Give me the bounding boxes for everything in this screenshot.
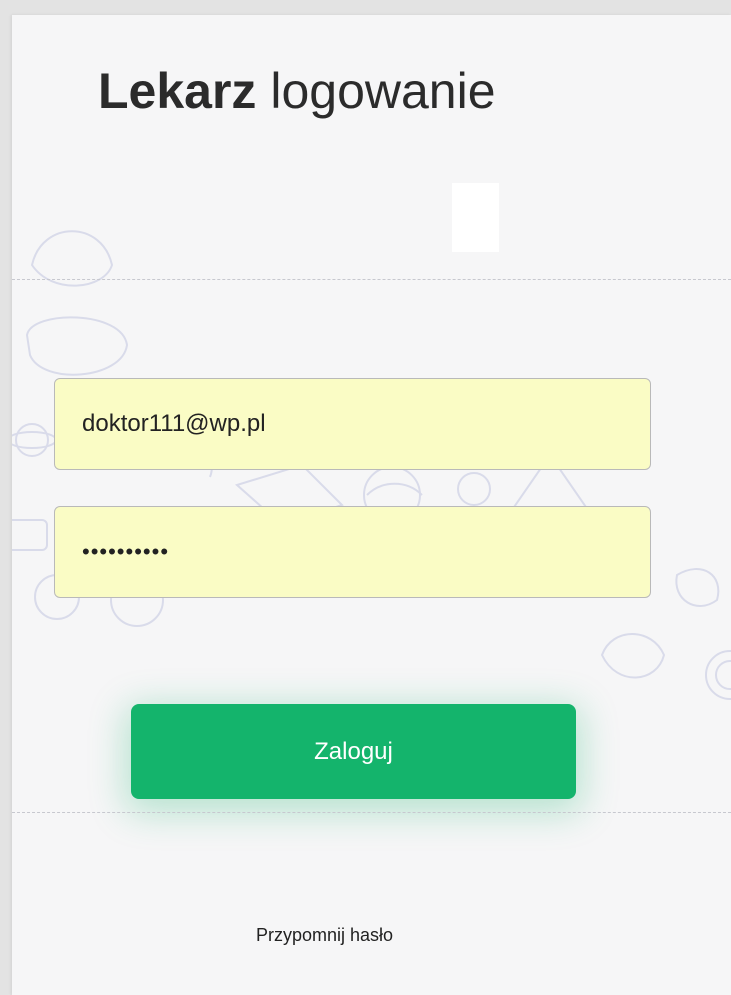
login-button[interactable]: Zaloguj (131, 704, 576, 799)
login-panel: Lekarz logowanie Zaloguj Przypomnij hasł… (12, 15, 731, 995)
password-input[interactable] (54, 506, 651, 598)
captcha-placeholder (452, 183, 499, 252)
top-divider (12, 279, 731, 280)
doodle-background-icon (12, 230, 731, 700)
email-input[interactable] (54, 378, 651, 470)
remind-password-link[interactable]: Przypomnij hasło (256, 924, 393, 946)
bottom-divider (12, 812, 731, 813)
title-bold: Lekarz (98, 63, 257, 119)
page-title: Lekarz logowanie (98, 55, 496, 127)
title-rest: logowanie (270, 63, 496, 119)
